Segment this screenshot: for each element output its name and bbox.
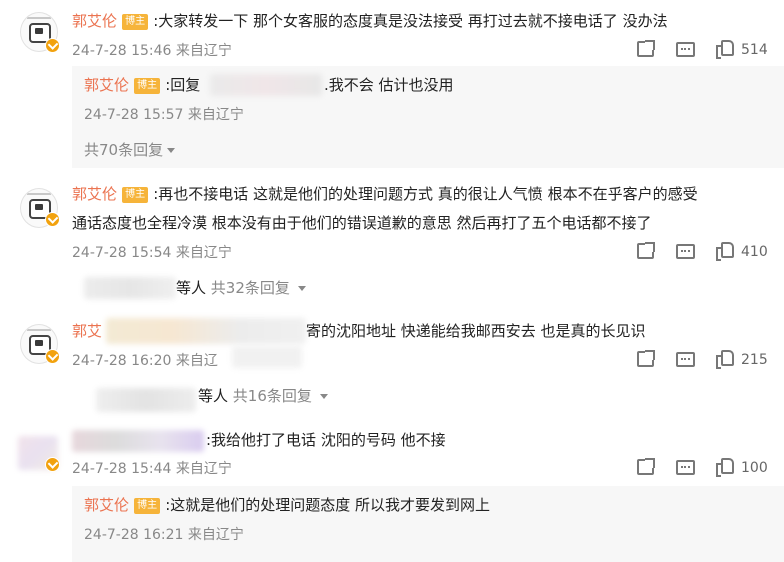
more-replies-link[interactable]: 等人 共32条回复 [176,277,306,298]
like-icon[interactable] [716,457,734,477]
comment-icon[interactable] [676,42,695,57]
author-name[interactable]: 郭艾 [72,320,102,341]
comment-time: 24-7-28 15:46 来自辽宁 [72,43,232,59]
like-count: 410 [741,244,768,260]
share-icon[interactable] [637,350,655,367]
share-icon[interactable] [637,40,655,57]
reply-time: 24-7-28 16:21 来自辽宁 [84,527,244,543]
reply-author-name[interactable]: 郭艾伦 [84,76,129,94]
like-count: 100 [741,460,768,476]
comment-text: :大家转发一下 那个女客服的态度真是没法接受 再打过去就不接电话了 没办法 [153,12,668,30]
reply-author-name[interactable]: 郭艾伦 [84,496,129,514]
author-tag: 博主 [134,498,161,514]
verified-badge-icon [45,212,60,227]
comment-icon[interactable] [676,244,695,259]
comment-text-line1: :再也不接电话 这就是他们的处理问题方式 真的很让人气愤 根本不在乎客户的感受 [153,185,698,203]
reply-text: .我不会 估计也没用 [324,76,454,94]
more-replies-label: 共70条回复 [84,141,164,159]
reply-time: 24-7-28 15:57 来自辽宁 [84,107,244,123]
comment-header: 郭艾伦 博主 :大家转发一下 那个女客服的态度真是没法接受 再打过去就不接电话了… [72,10,668,31]
author-tag: 博主 [122,14,149,30]
reply-text-prefix: :回复 [165,76,201,94]
redacted-text [232,346,302,368]
like-icon[interactable] [716,349,734,369]
redacted-mention [210,74,322,96]
reply-header: 郭艾伦 博主 :回复 [84,74,200,95]
like-count: 514 [741,42,768,58]
reply-header: 郭艾伦 博主 :这就是他们的处理问题态度 所以我才要发到网上 [84,494,490,515]
chevron-down-icon [319,394,328,399]
comment-time: 24-7-28 15:44 来自辽宁 [72,461,232,477]
others-label: 等人 [176,279,207,297]
verified-badge-icon [45,38,60,53]
comment-header: 郭艾伦 博主 :再也不接电话 这就是他们的处理问题方式 真的很让人气愤 根本不在… [72,183,698,204]
redacted-replier-names [84,277,176,299]
redacted-replier-names [96,388,196,412]
redacted-author-name [72,430,204,452]
verified-badge-icon [45,457,60,472]
reply-text: :这就是他们的处理问题态度 所以我才要发到网上 [165,496,491,514]
comment-time: 24-7-28 16:20 来自辽 [72,353,218,369]
chevron-down-icon [167,148,176,153]
comment-icon[interactable] [676,352,695,367]
comment-text: 寄的沈阳地址 快递能给我邮西安去 也是真的长见识 [306,322,646,340]
like-icon[interactable] [716,241,734,261]
like-icon[interactable] [716,39,734,59]
more-replies-link[interactable]: 共70条回复 [84,139,176,160]
comment-text-line2: 通话态度也全程冷漠 根本没有由于他们的错误道歉的意思 然后再打了五个电话都不接了 [72,214,652,232]
chevron-down-icon [297,286,306,291]
like-count: 215 [741,352,768,368]
verified-badge-icon [45,349,60,364]
author-tag: 博主 [122,187,149,203]
comment-text: :我给他打了电话 沈阳的号码 他不接 [206,431,446,449]
comment-time: 24-7-28 15:54 来自辽宁 [72,245,232,261]
author-tag: 博主 [134,78,161,94]
others-label: 等人 [198,387,229,405]
comment-icon[interactable] [676,460,695,475]
more-replies-label: 共32条回复 [210,279,290,297]
author-name[interactable]: 郭艾伦 [72,12,117,30]
share-icon[interactable] [637,242,655,259]
more-replies-label: 共16条回复 [232,387,312,405]
more-replies-link[interactable]: 等人 共16条回复 [198,385,328,406]
author-name[interactable]: 郭艾伦 [72,185,117,203]
redacted-text [106,318,306,344]
share-icon[interactable] [637,458,655,475]
